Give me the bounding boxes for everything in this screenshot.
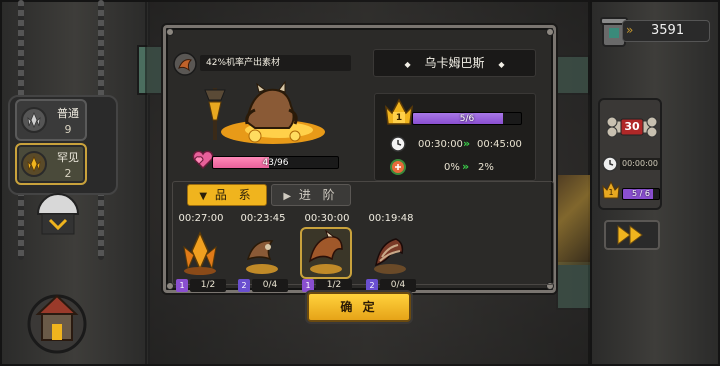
diamond-icon: ◆ [498, 60, 505, 69]
rarity-card-common[interactable]: 普通 9 [15, 99, 87, 141]
tab-advance[interactable]: ▶ 进 阶 [271, 184, 351, 206]
monster-name: 乌卡姆巴斯 [424, 56, 485, 70]
crown-level: 1 [395, 113, 403, 123]
crown-level: 1 [608, 188, 614, 197]
slot-footer: 1 1/2 [302, 279, 352, 293]
confirm-button[interactable]: 确 定 [307, 292, 411, 322]
material-slot[interactable]: 00:23:45 2 0/4 [238, 213, 288, 293]
arrow-icon: » [462, 160, 470, 173]
level-badge: 1 [176, 279, 188, 292]
level-text: 5/6 [459, 114, 475, 124]
stamina-panel: 30 00:00:00 1 5 / 6 [598, 98, 662, 210]
chain [98, 190, 104, 260]
slot-count: 1/2 [316, 279, 352, 292]
time-from: 00:30:00 [418, 139, 463, 150]
slot-count: 0/4 [252, 279, 288, 292]
fast-forward-icon [617, 225, 643, 245]
slot-time: 00:19:48 [368, 213, 414, 224]
house-building [24, 284, 90, 354]
material-slot[interactable]: 00:19:48 2 0/4 [366, 213, 416, 293]
rarity-card-rare[interactable]: 罕见 2 [15, 143, 87, 185]
rivet [546, 28, 554, 36]
affection-bar: 43/96 [212, 156, 339, 169]
level-bar: 5/6 [412, 112, 522, 125]
rarity-label: 罕见 [57, 151, 79, 164]
double-chevron-icon: » [626, 23, 634, 37]
wood-claw-icon [238, 229, 286, 277]
twisted-horn-icon [366, 229, 414, 277]
clock-icon [390, 136, 406, 152]
rust-crack [555, 175, 595, 265]
slot-time: 00:30:00 [304, 213, 350, 224]
orange-crystal-icon [176, 229, 224, 277]
slot-time: 00:27:00 [178, 213, 224, 224]
slot-footer: 2 0/4 [366, 279, 416, 293]
slot-footer: 2 0/4 [238, 279, 288, 293]
gray-crystal-icon [21, 107, 47, 133]
monster-name-plate: ◆ 乌卡姆巴斯 ◆ [373, 49, 536, 77]
material-icon [173, 52, 197, 76]
heart-icon [192, 150, 214, 170]
fast-forward-button[interactable] [604, 220, 660, 250]
timer-value: 00:00:00 [620, 158, 660, 170]
tab-lineage[interactable]: ▼ 品 系 [187, 184, 267, 206]
clock-icon [602, 156, 618, 172]
drop-chance-text: 42%机率产出素材 [206, 58, 281, 68]
counter-value: 30 [624, 120, 640, 133]
level-badge: 2 [366, 279, 378, 292]
level-badge: 1 [302, 279, 314, 292]
chain [18, 190, 24, 260]
time-to: 00:45:00 [477, 139, 522, 150]
affection-text: 43/96 [262, 158, 289, 168]
incubator-dome [34, 188, 82, 240]
slot-footer: 1 1/2 [176, 279, 226, 293]
play-icon: ▶ [283, 191, 292, 202]
rarity-count: 9 [64, 123, 72, 136]
slot-count: 0/4 [380, 279, 416, 292]
slot-time: 00:23:45 [240, 213, 286, 224]
material-slot[interactable]: 00:27:00 1 1/2 [176, 213, 226, 293]
coin-counter: 3591 » [600, 14, 710, 48]
monster-portrait [195, 80, 333, 146]
rivet [166, 28, 174, 36]
diamond-icon: ◆ [404, 60, 411, 69]
rarity-count: 2 [64, 167, 72, 180]
right-level-text: 5 / 6 [632, 189, 650, 198]
slot-count: 1/2 [190, 279, 226, 292]
material-slot[interactable]: 00:30:00 1 1/2 [302, 213, 352, 293]
tab-label: 品 系 [214, 188, 255, 202]
level-badge: 2 [238, 279, 250, 292]
tab-label: 进 阶 [298, 188, 339, 202]
rarity-label: 普通 [57, 107, 79, 120]
right-level-bar: 5 / 6 [622, 188, 660, 200]
arrow-icon: » [463, 137, 471, 150]
rate-from: 0% [444, 162, 460, 173]
brown-claw-icon [302, 229, 350, 277]
triangle-down-icon: ▼ [199, 191, 208, 202]
rate-to: 2% [478, 162, 494, 173]
mutation-icon [390, 159, 406, 175]
gold-crystal-icon [21, 151, 47, 177]
